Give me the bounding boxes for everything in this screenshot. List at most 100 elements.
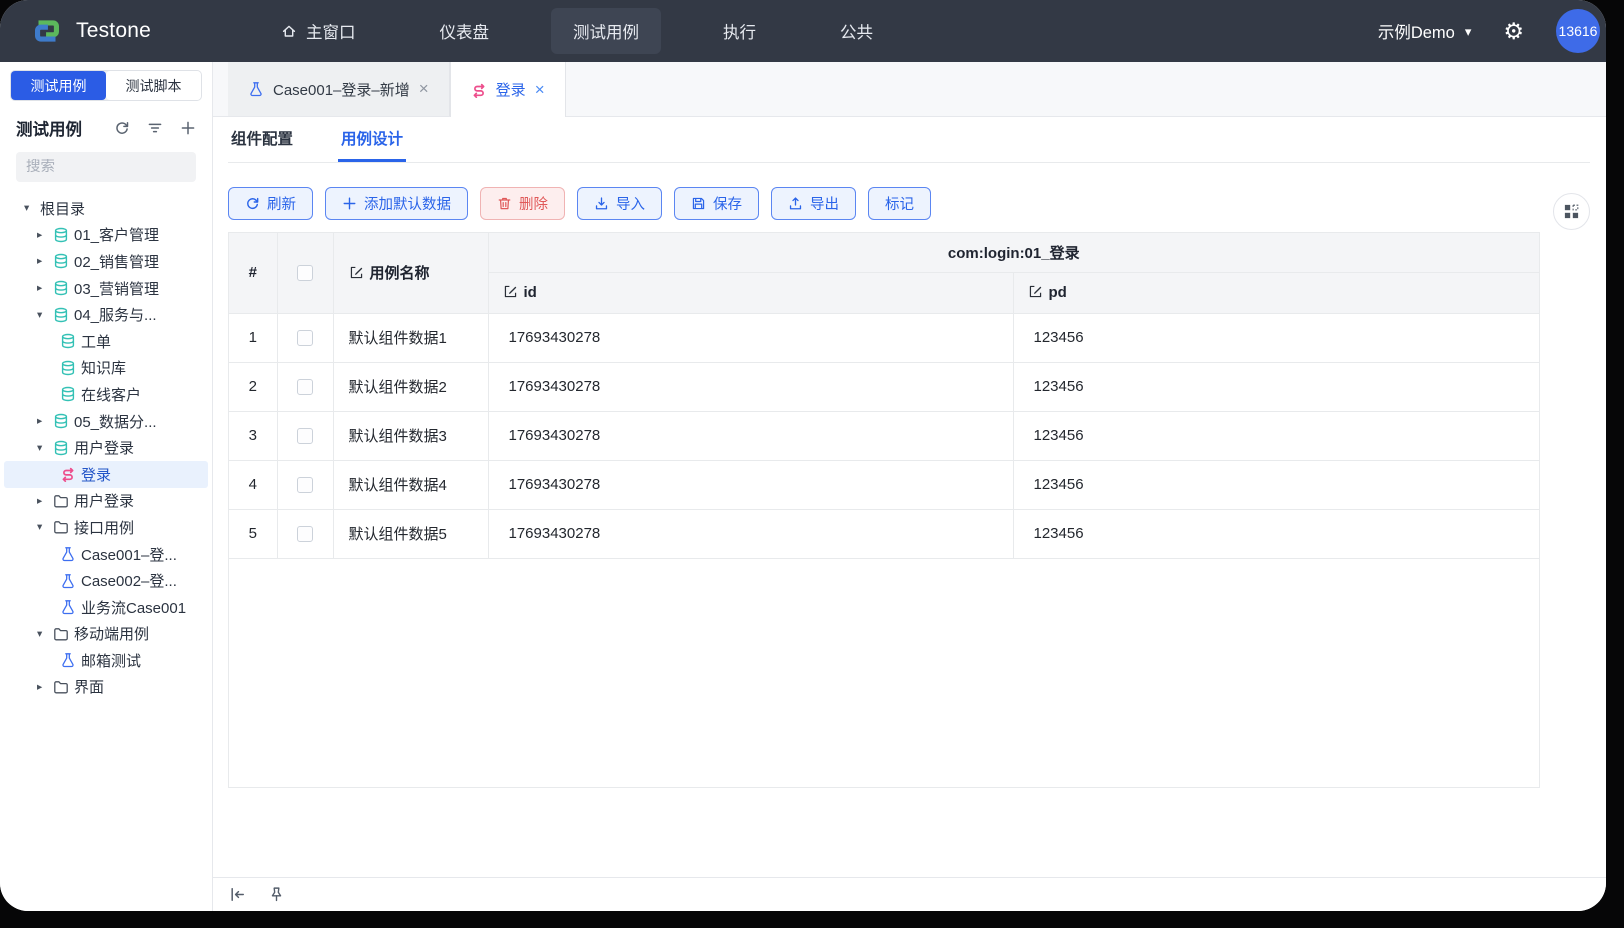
nav-item-home[interactable]: 主窗口 xyxy=(259,8,378,54)
nav-item-dashboard[interactable]: 仪表盘 xyxy=(417,8,511,54)
tree-item[interactable]: 用户登录 xyxy=(4,434,208,461)
refresh-icon[interactable] xyxy=(114,120,130,136)
case-name-cell[interactable]: 默认组件数据3 xyxy=(333,411,488,460)
sidebar-tab-testscript[interactable]: 测试脚本 xyxy=(106,71,201,100)
id-cell[interactable]: 17693430278 xyxy=(488,460,1013,509)
row-checkbox[interactable] xyxy=(297,330,313,346)
pd-cell[interactable]: 123456 xyxy=(1013,509,1539,558)
flask-icon xyxy=(60,652,76,668)
tree-item-selected[interactable]: 登录 xyxy=(4,461,208,488)
plus-icon[interactable] xyxy=(180,120,196,136)
tree-item-label: 05_数据分... xyxy=(74,411,157,432)
pd-cell[interactable]: 123456 xyxy=(1013,313,1539,362)
tab-case-design[interactable]: 用例设计 xyxy=(338,117,406,162)
case-name-cell[interactable]: 默认组件数据1 xyxy=(333,313,488,362)
tree-item[interactable]: Case002–登... xyxy=(4,567,208,594)
row-checkbox[interactable] xyxy=(297,379,313,395)
caret-down-icon[interactable] xyxy=(37,521,53,533)
pd-cell[interactable]: 123456 xyxy=(1013,460,1539,509)
select-all-checkbox[interactable] xyxy=(297,265,313,281)
tree-item[interactable]: 01_客户管理 xyxy=(4,222,208,249)
tree-item[interactable]: 03_营销管理 xyxy=(4,275,208,302)
table-row: 2 默认组件数据2 17693430278 123456 xyxy=(229,362,1539,411)
tree-item[interactable]: 05_数据分... xyxy=(4,408,208,435)
nav-item-execute[interactable]: 执行 xyxy=(701,8,778,54)
tree-item[interactable]: 界面 xyxy=(4,674,208,701)
nav-item-testcases[interactable]: 测试用例 xyxy=(551,8,661,54)
avatar[interactable]: 13616 xyxy=(1556,9,1600,53)
nav-item-label: 主窗口 xyxy=(306,19,356,43)
pin-icon[interactable] xyxy=(268,886,285,903)
tree-item[interactable]: 邮箱测试 xyxy=(4,647,208,674)
tab-component-config[interactable]: 组件配置 xyxy=(228,117,296,162)
caret-right-icon[interactable] xyxy=(37,282,53,294)
caret-down-icon[interactable] xyxy=(37,309,53,321)
navbar-right: 示例Demo 13616 xyxy=(1378,9,1584,53)
tree-item[interactable]: 知识库 xyxy=(4,355,208,382)
case-name-cell[interactable]: 默认组件数据2 xyxy=(333,362,488,411)
id-cell[interactable]: 17693430278 xyxy=(488,362,1013,411)
tree-item[interactable]: 在线客户 xyxy=(4,381,208,408)
search-input[interactable] xyxy=(26,159,213,175)
tree-item-label: 在线客户 xyxy=(81,384,141,405)
tree-item[interactable]: 工单 xyxy=(4,328,208,355)
case-data-table: # 用例名称 com:login:01_登录 id pd xyxy=(229,233,1539,559)
table-row: 1 默认组件数据1 17693430278 123456 xyxy=(229,313,1539,362)
table-row: 3 默认组件数据3 17693430278 123456 xyxy=(229,411,1539,460)
tree-item[interactable]: 接口用例 xyxy=(4,514,208,541)
add-default-data-button[interactable]: 添加默认数据 xyxy=(325,187,468,220)
collapse-left-icon[interactable] xyxy=(229,886,246,903)
tree-item-label: 接口用例 xyxy=(74,517,134,538)
save-button[interactable]: 保存 xyxy=(674,187,759,220)
row-checkbox[interactable] xyxy=(297,428,313,444)
close-icon[interactable] xyxy=(419,79,429,99)
import-icon xyxy=(594,196,609,211)
caret-down-icon[interactable] xyxy=(24,202,40,214)
export-button[interactable]: 导出 xyxy=(771,187,856,220)
panel-actions xyxy=(114,120,196,136)
gear-icon[interactable] xyxy=(1503,20,1524,43)
tree-item[interactable]: 移动端用例 xyxy=(4,621,208,648)
tree-item[interactable]: 02_销售管理 xyxy=(4,248,208,275)
row-select-cell xyxy=(277,509,333,558)
button-label: 保存 xyxy=(713,193,742,214)
caret-right-icon[interactable] xyxy=(37,681,53,693)
import-button[interactable]: 导入 xyxy=(577,187,662,220)
caret-right-icon[interactable] xyxy=(37,229,53,241)
id-cell[interactable]: 17693430278 xyxy=(488,411,1013,460)
caret-down-icon[interactable] xyxy=(37,628,53,640)
pd-cell[interactable]: 123456 xyxy=(1013,362,1539,411)
row-checkbox[interactable] xyxy=(297,477,313,493)
tree-item[interactable]: 用户登录 xyxy=(4,488,208,515)
case-name-cell[interactable]: 默认组件数据5 xyxy=(333,509,488,558)
logo-icon xyxy=(30,14,64,48)
tree-item[interactable]: Case001–登... xyxy=(4,541,208,568)
id-cell[interactable]: 17693430278 xyxy=(488,313,1013,362)
swap-icon xyxy=(60,466,76,482)
tree-item[interactable]: 04_服务与... xyxy=(4,301,208,328)
column-settings-button[interactable] xyxy=(1553,193,1590,230)
caret-right-icon[interactable] xyxy=(37,495,53,507)
caret-right-icon[interactable] xyxy=(37,255,53,267)
refresh-button[interactable]: 刷新 xyxy=(228,187,313,220)
id-cell[interactable]: 17693430278 xyxy=(488,509,1013,558)
close-icon[interactable] xyxy=(535,80,545,100)
flask-icon xyxy=(60,546,76,562)
workspace-selector[interactable]: 示例Demo xyxy=(1378,19,1472,43)
tree-item[interactable]: 业务流Case001 xyxy=(4,594,208,621)
tree-item-label: 04_服务与... xyxy=(74,304,157,325)
tree-item[interactable]: 根目录 xyxy=(4,195,208,222)
mark-button[interactable]: 标记 xyxy=(868,187,931,220)
caret-right-icon[interactable] xyxy=(37,415,53,427)
filter-icon[interactable] xyxy=(147,120,163,136)
caret-down-icon[interactable] xyxy=(37,442,53,454)
doc-tab-case001[interactable]: Case001–登录–新增 xyxy=(228,62,450,116)
delete-button[interactable]: 删除 xyxy=(480,187,565,220)
nav-item-common[interactable]: 公共 xyxy=(818,8,895,54)
doc-tab-login[interactable]: 登录 xyxy=(450,62,566,117)
sidebar-tab-testcase[interactable]: 测试用例 xyxy=(11,71,106,100)
pd-cell[interactable]: 123456 xyxy=(1013,411,1539,460)
header-label: pd xyxy=(1049,284,1067,301)
row-checkbox[interactable] xyxy=(297,526,313,542)
case-name-cell[interactable]: 默认组件数据4 xyxy=(333,460,488,509)
